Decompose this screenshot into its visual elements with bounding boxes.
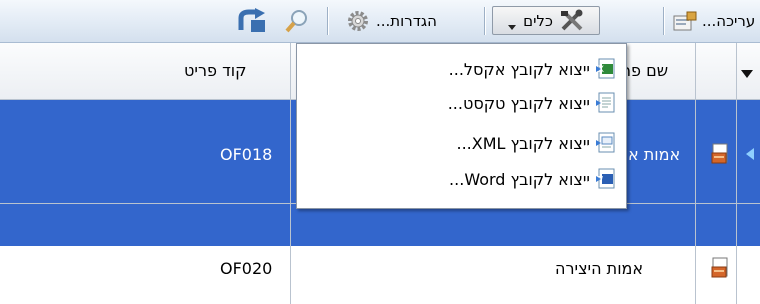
toolbar: עריכה... כלים הגדרות... — [0, 0, 760, 43]
menu-item-export-text[interactable]: ייצוא לקובץ טקסט... — [448, 88, 618, 118]
menu-item-label: ייצוא לקובץ XML... — [456, 133, 590, 153]
column-header-code[interactable]: קוד פריט — [184, 61, 247, 80]
word-file-icon: W — [595, 168, 618, 190]
menu-item-label: ייצוא לקובץ טקסט... — [447, 93, 590, 113]
menu-item-export-excel[interactable]: X ייצוא לקובץ אקסל... — [449, 54, 618, 84]
tools-menu-button[interactable]: כלים — [492, 6, 600, 35]
menu-item-label: ייצוא לקובץ Word... — [449, 169, 590, 189]
table-row[interactable] — [0, 204, 760, 304]
tools-icon — [559, 9, 585, 33]
chevron-down-icon — [507, 17, 517, 30]
row-code: OF018 — [220, 145, 273, 164]
menu-item-export-xml[interactable]: ייצוא לקובץ XML... — [456, 128, 618, 158]
tools-menu-label: כלים — [523, 11, 553, 30]
edit-button-label: עריכה... — [702, 11, 756, 30]
excel-file-icon: X — [596, 58, 618, 80]
edit-button[interactable]: עריכה... — [672, 6, 755, 35]
record-icon — [710, 257, 730, 279]
menu-item-export-word[interactable]: W ייצוא לקובץ Word... — [449, 164, 618, 194]
gear-icon — [346, 9, 370, 33]
menu-item-label: ייצוא לקובץ אקסל... — [448, 59, 590, 79]
row-code: OF020 — [220, 259, 273, 278]
record-icon — [710, 143, 730, 165]
row-name: אמות היצירה — [555, 259, 644, 278]
xml-file-icon — [596, 132, 618, 154]
search-icon — [284, 8, 310, 34]
text-file-icon — [596, 92, 618, 114]
undo-button[interactable] — [237, 6, 267, 35]
edit-record-icon — [672, 10, 698, 32]
tools-dropdown-menu: X ייצוא לקובץ אקסל... ייצוא לקובץ טקסט..… — [296, 43, 627, 209]
settings-button-label: הגדרות... — [376, 11, 437, 30]
column-header-name[interactable]: שם פר — [622, 61, 668, 80]
search-button[interactable] — [284, 6, 310, 35]
header-chevron-icon[interactable] — [740, 65, 754, 78]
row-pointer-icon — [744, 147, 756, 161]
row-name: אמות א — [628, 145, 681, 164]
undo-icon — [237, 7, 267, 34]
settings-button[interactable]: הגדרות... — [346, 6, 437, 35]
